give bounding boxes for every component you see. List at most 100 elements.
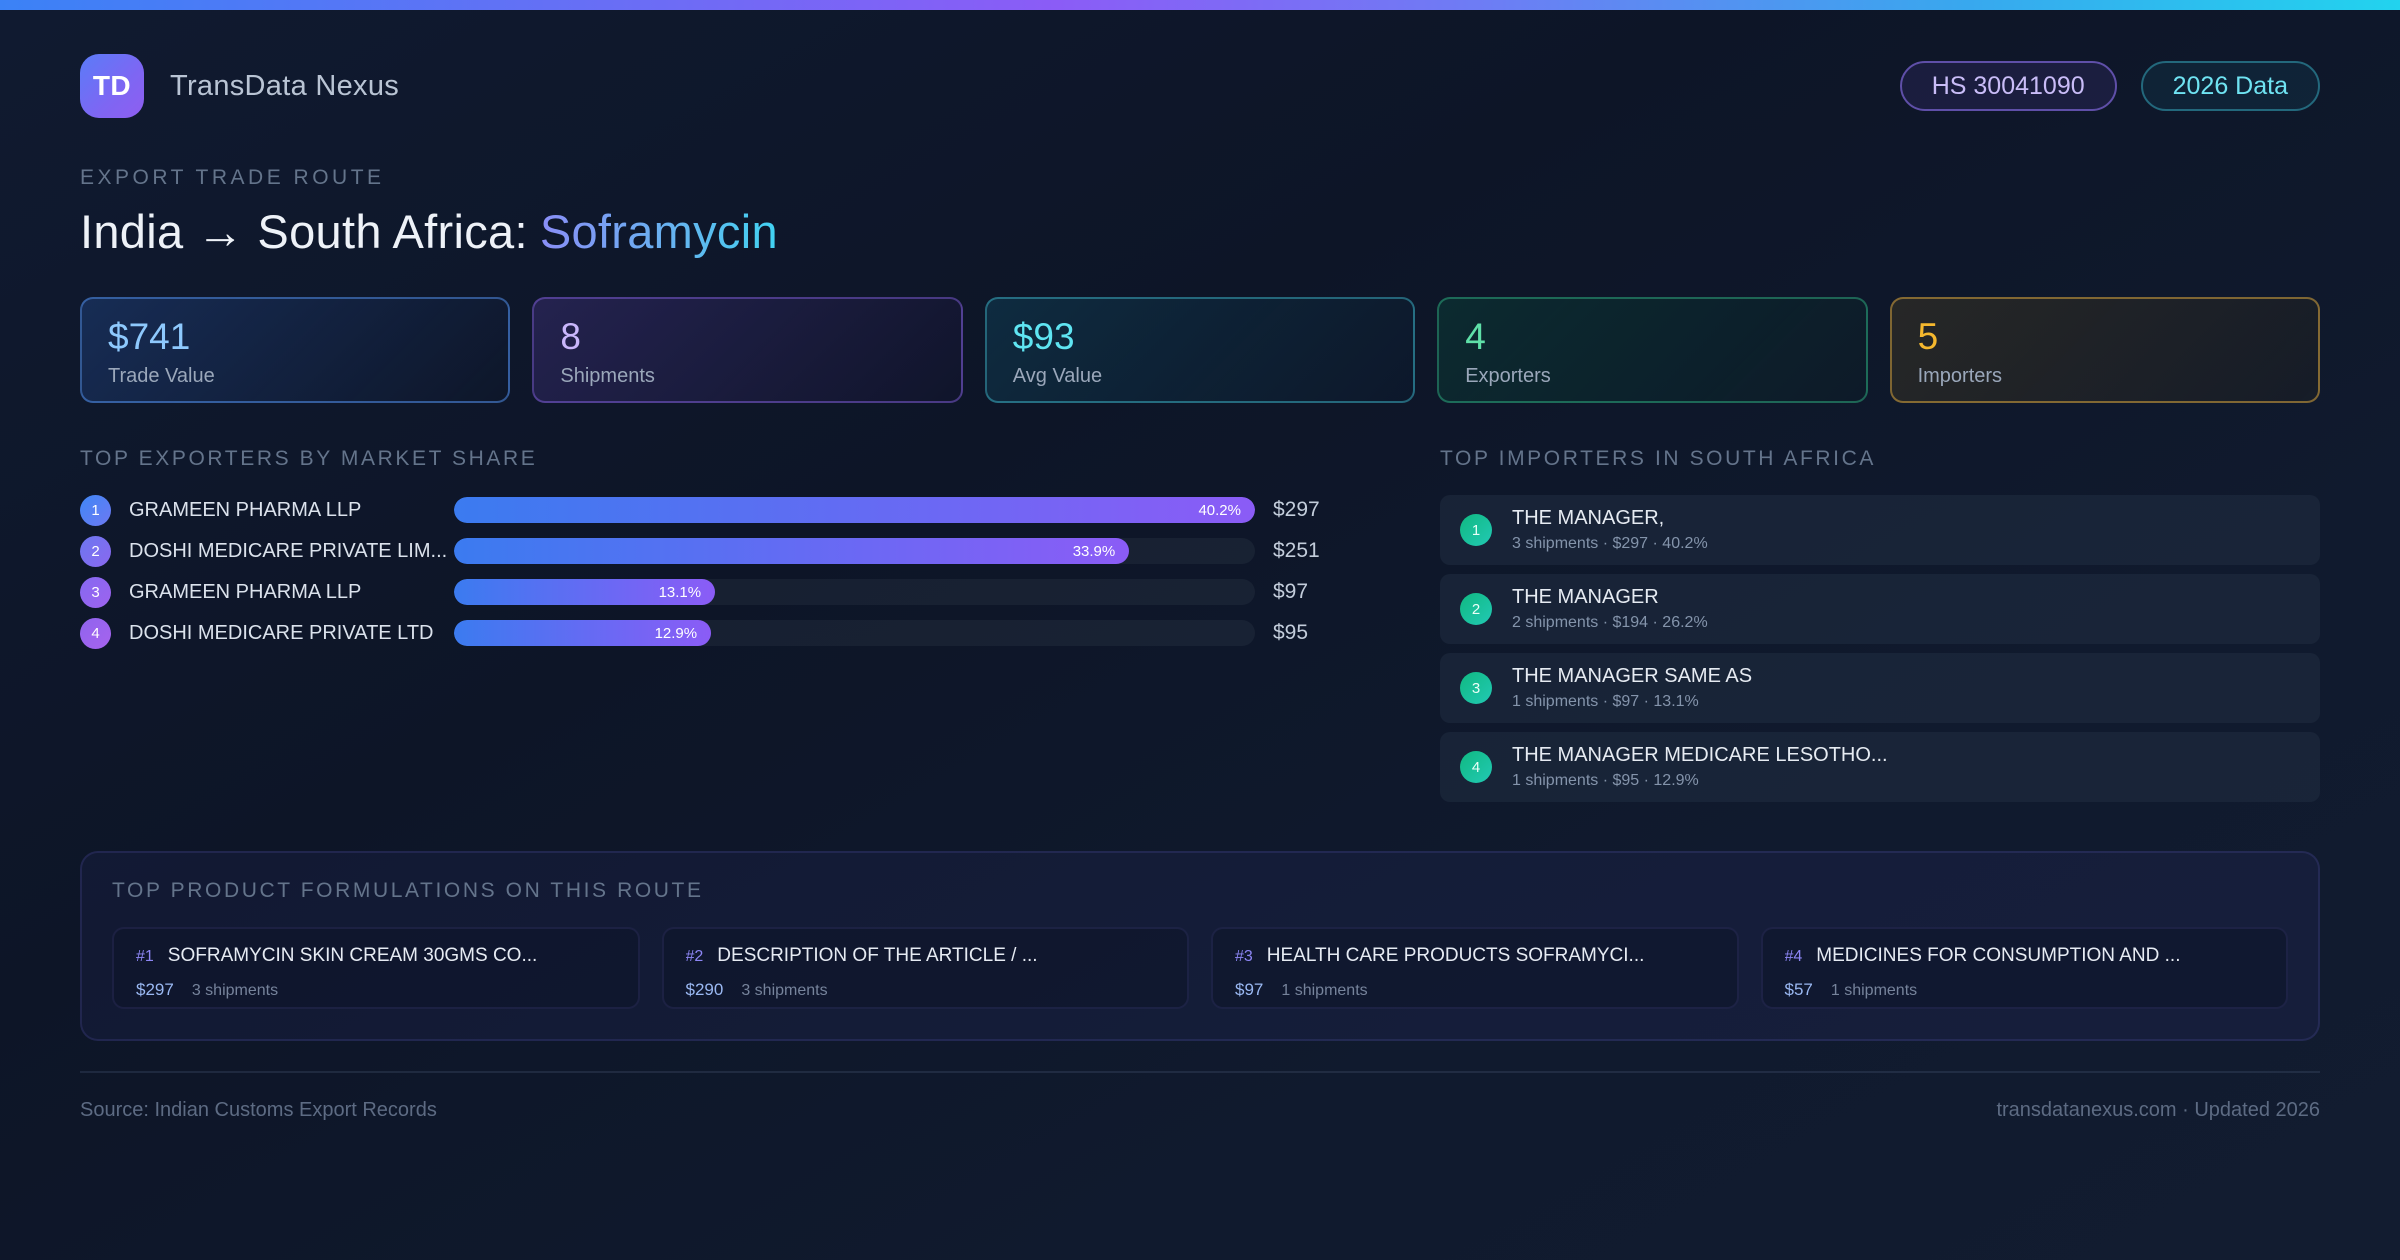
product-card[interactable]: #2 DESCRIPTION OF THE ARTICLE / ... $290… [661,927,1189,1009]
exporters-heading: TOP EXPORTERS BY MARKET SHARE [80,447,538,470]
stat-card-avg-value: $93 Avg Value [984,297,1416,403]
brand: TD TransData Nexus [80,54,399,118]
title-product-highlight: Soframycin [539,205,778,258]
market-share-bar: 12.9% [454,620,712,646]
footer: Source: Indian Customs Export Records tr… [80,1071,2320,1122]
header-badges: HS 30041090 2026 Data [1899,61,2320,111]
stat-value: 8 [560,316,581,357]
market-share-bar: 40.2% [454,497,1255,523]
rank-badge: 2 [80,535,111,567]
product-value: $297 [136,980,174,999]
product-rank: #1 [136,948,154,965]
exporters-bar-chart: 1 GRAMEEN PHARMA LLP 40.2% $297 2 DOSHI … [80,494,1345,649]
product-card-top: #3 HEALTH CARE PRODUCTS SOFRAMYCI... [1235,945,1715,967]
stat-card-shipments: 8 Shipments [532,297,963,403]
product-card-bottom: $297 3 shipments [136,980,616,1000]
products-panel: TOP PRODUCT FORMULATIONS ON THIS ROUTE #… [80,851,2320,1041]
eyebrow-label: EXPORT TRADE ROUTE [80,166,385,189]
importer-detail: 2 shipments · $194 · 26.2% [1512,614,1708,631]
site-note: transdatanexus.com · Updated 2026 [1996,1099,2320,1121]
exporter-value: $97 [1273,580,1309,603]
exporter-row[interactable]: 2 DOSHI MEDICARE PRIVATE LIM... 33.9% $2… [80,535,1345,567]
stat-label: Importers [1917,365,2003,388]
market-share-bar-track: 40.2% [454,497,1255,523]
exporter-row[interactable]: 1 GRAMEEN PHARMA LLP 40.2% $297 [80,494,1345,526]
product-card-bottom: $57 1 shipments [1785,980,2265,1000]
exporters-section: TOP EXPORTERS BY MARKET SHARE 1 GRAMEEN … [80,447,1345,661]
rank-badge: 4 [80,617,111,649]
stat-label: Shipments [560,365,655,388]
product-name: SOFRAMYCIN SKIN CREAM 30GMS CO... [167,945,538,966]
importer-row[interactable]: 3 THE MANAGER SAME AS 1 shipments · $97 … [1440,653,2320,723]
product-shipments: 3 shipments [191,982,279,999]
importer-detail: 1 shipments · $95 · 12.9% [1512,772,1699,789]
year-badge[interactable]: 2026 Data [2140,61,2320,111]
exporter-row[interactable]: 3 GRAMEEN PHARMA LLP 13.1% $97 [80,576,1345,608]
stat-card-exporters: 4 Exporters [1437,297,1868,403]
market-share-bar-track: 12.9% [454,620,1255,646]
hs-code-badge[interactable]: HS 30041090 [1899,61,2117,111]
product-card[interactable]: #4 MEDICINES FOR CONSUMPTION AND ... $57… [1760,927,2288,1009]
stat-card-trade-value: $741 Trade Value [80,297,511,403]
product-value: $290 [685,980,724,999]
product-shipments: 3 shipments [741,982,828,999]
market-share-percent: 12.9% [654,624,698,642]
importer-info: THE MANAGER MEDICARE LESOTHO... 1 shipme… [1512,744,1888,790]
market-share-percent: 13.1% [658,583,702,601]
product-card[interactable]: #3 HEALTH CARE PRODUCTS SOFRAMYCI... $97… [1211,927,1739,1009]
importer-detail: 1 shipments · $97 · 13.1% [1512,693,1699,710]
product-name: DESCRIPTION OF THE ARTICLE / ... [717,945,1038,966]
importer-info: THE MANAGER 2 shipments · $194 · 26.2% [1512,586,1708,632]
stat-value: 4 [1465,316,1486,357]
rank-badge: 3 [1460,672,1492,704]
accent-gradient-bar [0,0,2400,10]
product-shipments: 1 shipments [1281,982,1368,999]
app-name: TransData Nexus [170,69,400,102]
products-heading: TOP PRODUCT FORMULATIONS ON THIS ROUTE [112,879,704,902]
rank-badge: 1 [1460,514,1492,546]
market-share-percent: 33.9% [1072,542,1116,560]
market-share-bar: 13.1% [454,579,716,605]
importer-row[interactable]: 4 THE MANAGER MEDICARE LESOTHO... 1 ship… [1440,732,2320,802]
stat-label: Exporters [1465,365,1551,388]
exporter-name: GRAMEEN PHARMA LLP [129,498,362,521]
importer-name: THE MANAGER, [1512,507,1665,529]
importer-row[interactable]: 2 THE MANAGER 2 shipments · $194 · 26.2% [1440,574,2320,644]
importer-name: THE MANAGER [1512,586,1659,608]
source-note: Source: Indian Customs Export Records [80,1099,437,1121]
page-container: TD TransData Nexus HS 30041090 2026 Data… [0,54,2400,1122]
product-name: HEALTH CARE PRODUCTS SOFRAMYCI... [1266,945,1645,966]
importer-detail: 3 shipments · $297 · 40.2% [1512,535,1708,552]
importer-row[interactable]: 1 THE MANAGER, 3 shipments · $297 · 40.2… [1440,495,2320,565]
product-rank: #2 [685,948,704,965]
exporter-row[interactable]: 4 DOSHI MEDICARE PRIVATE LTD 12.9% $95 [80,617,1345,649]
header: TD TransData Nexus HS 30041090 2026 Data [80,54,2320,118]
product-value: $57 [1784,980,1813,999]
product-card-bottom: $97 1 shipments [1235,980,1715,1000]
product-card[interactable]: #1 SOFRAMYCIN SKIN CREAM 30GMS CO... $29… [112,927,640,1009]
market-share-percent: 40.2% [1198,501,1241,519]
product-rank: #4 [1784,948,1803,965]
product-card-top: #4 MEDICINES FOR CONSUMPTION AND ... [1785,945,2265,967]
importer-name: THE MANAGER SAME AS [1512,665,1753,687]
market-share-bar: 33.9% [454,538,1130,564]
stat-value: $93 [1012,316,1075,357]
exporter-name: DOSHI MEDICARE PRIVATE LTD [129,621,434,644]
importer-info: THE MANAGER, 3 shipments · $297 · 40.2% [1512,507,1708,553]
stat-value: 5 [1917,316,1939,357]
exporter-name: GRAMEEN PHARMA LLP [129,580,362,603]
products-grid: #1 SOFRAMYCIN SKIN CREAM 30GMS CO... $29… [112,927,2288,1009]
exporter-value: $297 [1273,498,1320,521]
importers-section: TOP IMPORTERS IN SOUTH AFRICA 1 THE MANA… [1440,447,2320,811]
stat-label: Avg Value [1012,365,1103,388]
stat-card-importers: 5 Importers [1889,297,2320,403]
rank-badge: 2 [1460,593,1492,625]
importer-info: THE MANAGER SAME AS 1 shipments · $97 · … [1512,665,1752,711]
exporter-value: $95 [1273,621,1309,644]
rank-badge: 4 [1460,751,1492,783]
product-card-top: #2 DESCRIPTION OF THE ARTICLE / ... [686,945,1166,967]
importer-name: THE MANAGER MEDICARE LESOTHO... [1512,744,1888,766]
market-share-bar-track: 13.1% [454,579,1255,605]
middle-columns: TOP EXPORTERS BY MARKET SHARE 1 GRAMEEN … [80,447,2320,811]
stat-value: $741 [108,316,191,357]
